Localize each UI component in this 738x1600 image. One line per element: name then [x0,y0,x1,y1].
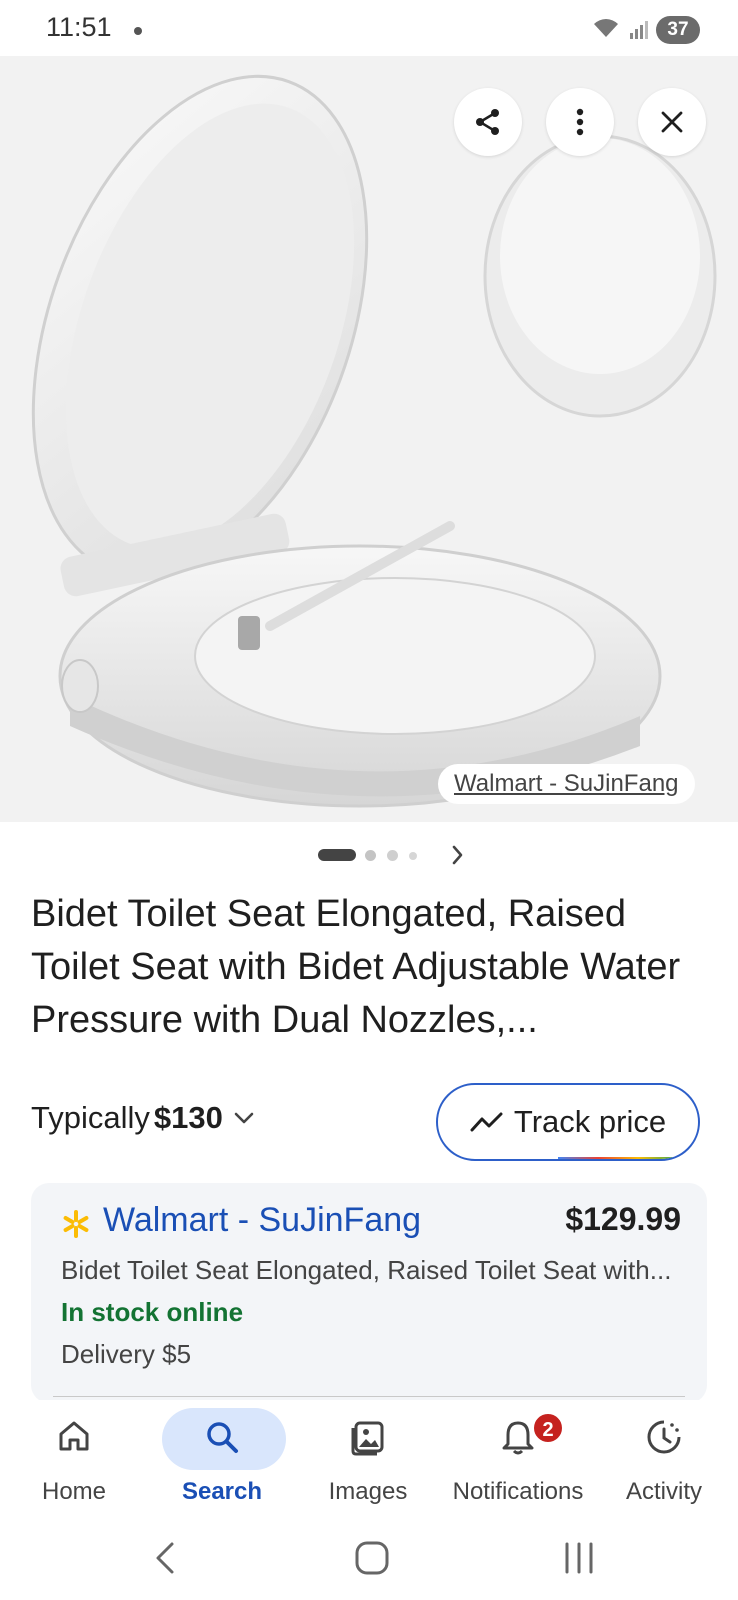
wifi-icon [594,19,618,37]
more-vert-icon [576,108,584,136]
bell-icon [502,1421,534,1455]
notification-dot-icon [134,27,142,35]
close-button[interactable] [638,88,706,156]
search-icon [207,1422,238,1453]
merchant-name-link[interactable]: Walmart - SuJinFang [103,1201,421,1240]
image-pager [0,842,738,868]
share-button[interactable] [454,88,522,156]
nav-activity[interactable]: Activity [594,1400,734,1516]
close-icon [661,111,683,133]
status-time: 11:51 [46,12,112,42]
stock-status: In stock online [61,1297,244,1327]
typical-price-value: $130 [153,1100,223,1135]
merchant-offer-card[interactable]: Walmart - SuJinFang $129.99 Bidet Toilet… [31,1183,707,1403]
nav-images[interactable]: Images [298,1400,438,1516]
status-bar: 11:51 37 [0,0,738,56]
more-options-button[interactable] [546,88,614,156]
merchant-product-description: Bidet Toilet Seat Elongated, Raised Toil… [61,1255,672,1285]
nav-search-label: Search [181,1478,263,1505]
product-image-carousel[interactable]: Walmart - SuJinFang [0,56,738,822]
pager-dot[interactable] [387,850,398,861]
product-image [31,74,717,808]
nav-notifications[interactable]: 2 Notifications [448,1400,588,1516]
home-circle-icon[interactable] [354,1540,390,1576]
notification-badge: 2 [532,1412,564,1444]
nav-activity-label: Activity [625,1478,702,1505]
nav-search[interactable]: Search [152,1400,292,1516]
track-price-label: Track price [513,1104,667,1139]
pager-dot[interactable] [365,850,376,861]
signal-icon [630,21,648,39]
trending-icon [470,1112,503,1132]
nav-images-label: Images [328,1478,408,1505]
images-icon [351,1421,384,1456]
home-icon [59,1421,89,1451]
merchant-price: $129.99 [565,1201,681,1237]
pager-dot[interactable] [409,852,417,860]
activity-icon [647,1420,681,1454]
system-navigation-bar [0,1516,738,1600]
bottom-navigation: Home Search Images 2 Notifications Activ… [0,1400,738,1516]
walmart-spark-icon [63,1210,89,1238]
pager-dot-active[interactable] [318,849,356,861]
recents-icon[interactable] [562,1540,596,1576]
nav-notifications-label: Notifications [452,1478,584,1505]
chevron-right-icon[interactable] [450,842,466,868]
typical-price-dropdown[interactable]: Typically $130 [31,1100,257,1136]
battery-indicator: 37 [656,16,700,44]
nav-home[interactable]: Home [4,1400,144,1516]
nav-home-label: Home [41,1478,107,1505]
typical-price-label: Typically [31,1100,150,1135]
product-title: Bidet Toilet Seat Elongated, Raised Toil… [31,893,681,1041]
share-icon [476,109,499,135]
delivery-cost: Delivery $5 [61,1339,192,1369]
chevron-down-icon [234,1112,254,1124]
image-source-link[interactable]: Walmart - SuJinFang [438,764,695,804]
back-icon[interactable] [152,1540,180,1576]
merchant-row: Walmart - SuJinFang $129.99 [61,1201,681,1245]
divider [53,1396,685,1397]
track-price-button[interactable]: Track price [436,1083,700,1161]
